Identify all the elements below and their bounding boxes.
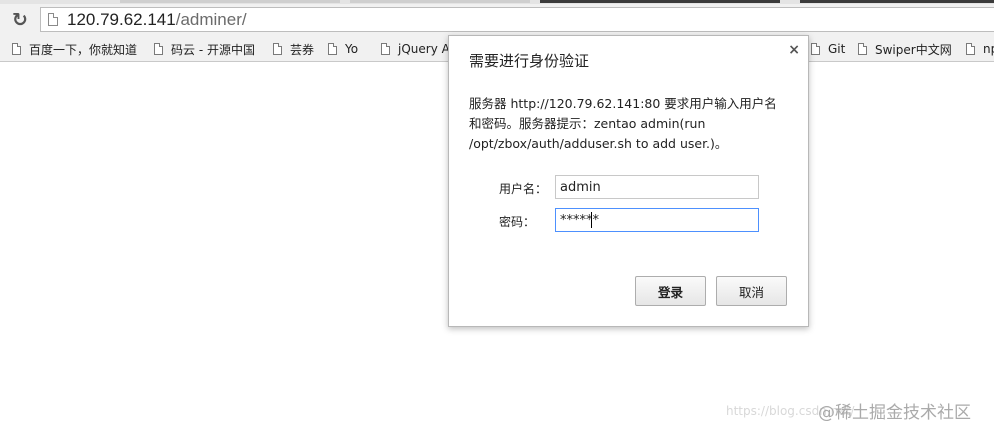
page-icon [273,43,282,55]
page-icon [48,13,58,26]
bookmark-label: Swiper中文网 [875,42,952,57]
bookmark-item[interactable]: Swiper中文网 [858,40,952,58]
bookmark-label: np [983,42,994,56]
address-bar[interactable]: 120.79.62.141/adminer/ [40,7,994,32]
bookmark-item[interactable]: 码云 - 开源中国 [154,40,255,58]
page-icon [328,43,337,55]
close-icon[interactable]: × [788,42,800,58]
watermark-brand: @稀土掘金技术社区 [818,403,971,423]
auth-dialog: × 需要进行身份验证 服务器 http://120.79.62.141:80 要… [448,35,809,327]
page-icon [12,43,21,55]
text-caret [591,212,592,228]
tab-2[interactable] [350,0,530,3]
bookmark-label: Git [828,42,846,56]
reload-icon[interactable]: ↻ [10,9,30,31]
bookmark-label: 百度一下，你就知道 [29,42,138,57]
dialog-title: 需要进行身份验证 [469,52,590,70]
bookmark-item[interactable]: np [966,40,994,58]
dialog-message: 服务器 http://120.79.62.141:80 要求用户输入用户名和密码… [469,96,777,151]
tab-1[interactable] [120,0,340,3]
bookmark-item[interactable]: Git [811,40,845,58]
cancel-button[interactable]: 取消 [716,276,787,306]
bookmark-label: jQuery A [398,42,450,56]
username-field[interactable] [555,175,759,199]
bookmark-label: Yo [345,42,359,56]
bookmark-item[interactable]: 芸券 [273,40,314,58]
bookmark-item[interactable]: Yo [328,40,358,58]
password-field[interactable] [555,208,759,232]
bookmark-item[interactable]: jQuery A [381,40,450,58]
page-icon [381,43,390,55]
url-text: 120.79.62.141/adminer/ [67,10,247,30]
page-icon [154,43,163,55]
url-path: /adminer/ [175,10,247,29]
username-label: 用户名： [499,182,548,196]
page-icon [858,43,867,55]
login-button[interactable]: 登录 [635,276,706,306]
bookmark-item[interactable]: 百度一下，你就知道 [12,40,137,58]
browser-toolbar: ↻ 120.79.62.141/adminer/ [0,4,994,36]
tab-4[interactable] [800,0,994,3]
password-label: 密码： [499,215,536,229]
page-icon [966,43,975,55]
url-host: 120.79.62.141 [67,10,176,29]
bookmark-label: 芸券 [290,42,315,57]
tab-3[interactable] [540,0,780,3]
bookmark-label: 码云 - 开源中国 [171,42,255,57]
page-icon [811,43,820,55]
